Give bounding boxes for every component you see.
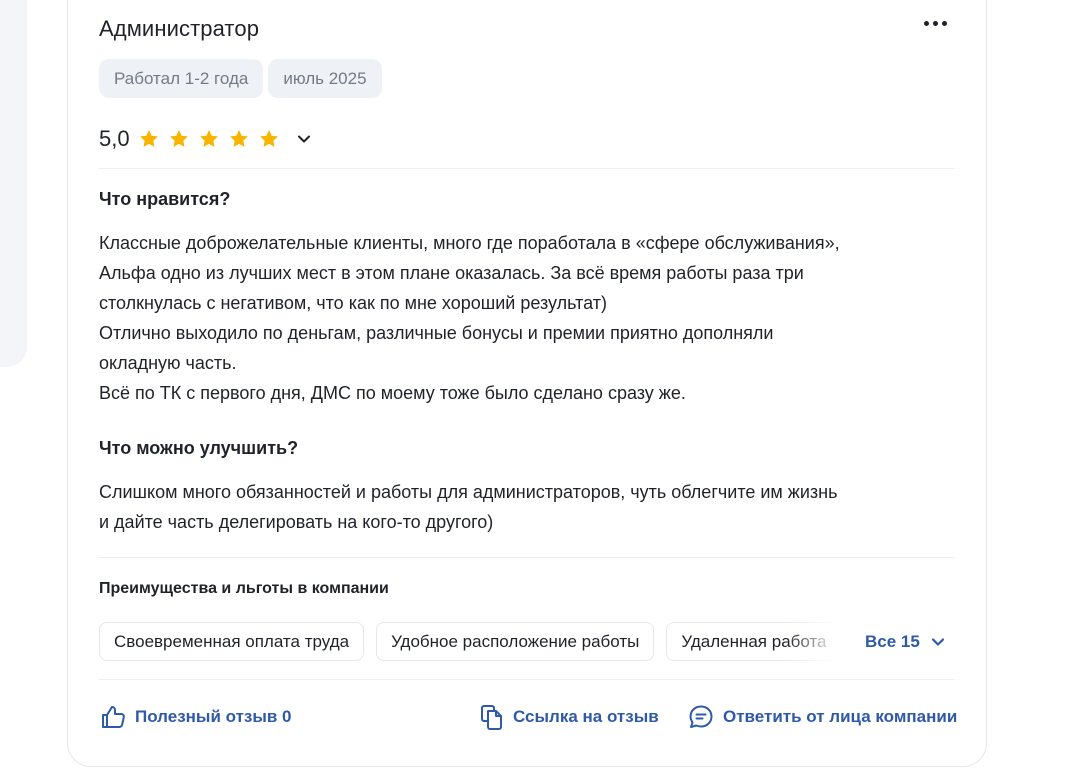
improve-line: и дайте часть делегировать на кого-то др… <box>99 512 494 532</box>
tenure-badge: Работал 1-2 года <box>99 59 264 98</box>
likes-line: Отлично выходило по деньгам, различные б… <box>99 323 774 343</box>
chevron-down-icon[interactable] <box>296 131 312 147</box>
copy-link-button[interactable]: Ссылка на отзыв <box>479 703 659 731</box>
thumbs-up-icon <box>102 706 125 728</box>
show-all-benefits-button[interactable]: Все 15 <box>865 622 946 661</box>
review-card: Администратор Работал 1-2 года июль 2025… <box>67 0 987 767</box>
copy-link-label: Ссылка на отзыв <box>513 707 659 726</box>
reply-button[interactable]: Ответить от лица компании <box>687 703 957 731</box>
star-icon <box>198 128 220 150</box>
more-options-icon[interactable] <box>924 17 952 29</box>
show-all-label: Все 15 <box>865 631 920 651</box>
helpful-button[interactable]: Полезный отзыв 0 <box>99 703 292 731</box>
divider <box>99 679 955 680</box>
rating-stars <box>138 128 280 150</box>
benefits-list: Своевременная оплата труда Удобное распо… <box>99 622 839 661</box>
likes-line: Всё по ТК с первого дня, ДМС по моему то… <box>99 383 686 403</box>
review-title: Администратор <box>99 16 260 41</box>
star-icon <box>138 128 160 150</box>
star-icon <box>258 128 280 150</box>
likes-text: Классные доброжелательные клиенты, много… <box>99 228 959 408</box>
date-badge: июль 2025 <box>268 59 382 98</box>
helpful-label: Полезный отзыв 0 <box>135 707 292 726</box>
benefits-heading: Преимущества и льготы в компании <box>99 580 389 597</box>
divider <box>99 168 955 169</box>
likes-line: Классные доброжелательные клиенты, много… <box>99 233 840 253</box>
rating-value: 5,0 <box>99 126 130 151</box>
chevron-down-icon <box>931 637 944 646</box>
likes-line: столкнулась с негативом, что как по мне … <box>99 293 607 313</box>
chat-bubble-icon <box>689 705 713 728</box>
improve-heading: Что можно улучшить? <box>99 438 299 458</box>
side-panel <box>0 0 27 367</box>
star-icon <box>168 128 190 150</box>
likes-heading: Что нравится? <box>99 189 231 209</box>
rating: 5,0 <box>99 126 312 152</box>
likes-line: окладную часть. <box>99 353 237 373</box>
improve-text: Слишком много обязанностей и работы для … <box>99 477 959 537</box>
review-meta: Работал 1-2 года июль 2025 <box>99 59 382 98</box>
likes-line: Альфа одно из лучших мест в этом плане о… <box>99 263 804 283</box>
reply-label: Ответить от лица компании <box>723 707 958 726</box>
benefit-tag[interactable]: Удаленная работа <box>666 622 839 661</box>
copy-icon <box>481 705 502 730</box>
benefit-tag[interactable]: Удобное расположение работы <box>376 622 655 661</box>
benefit-tag[interactable]: Своевременная оплата труда <box>99 622 365 661</box>
divider <box>99 557 955 558</box>
star-icon <box>228 128 250 150</box>
improve-line: Слишком много обязанностей и работы для … <box>99 482 838 502</box>
